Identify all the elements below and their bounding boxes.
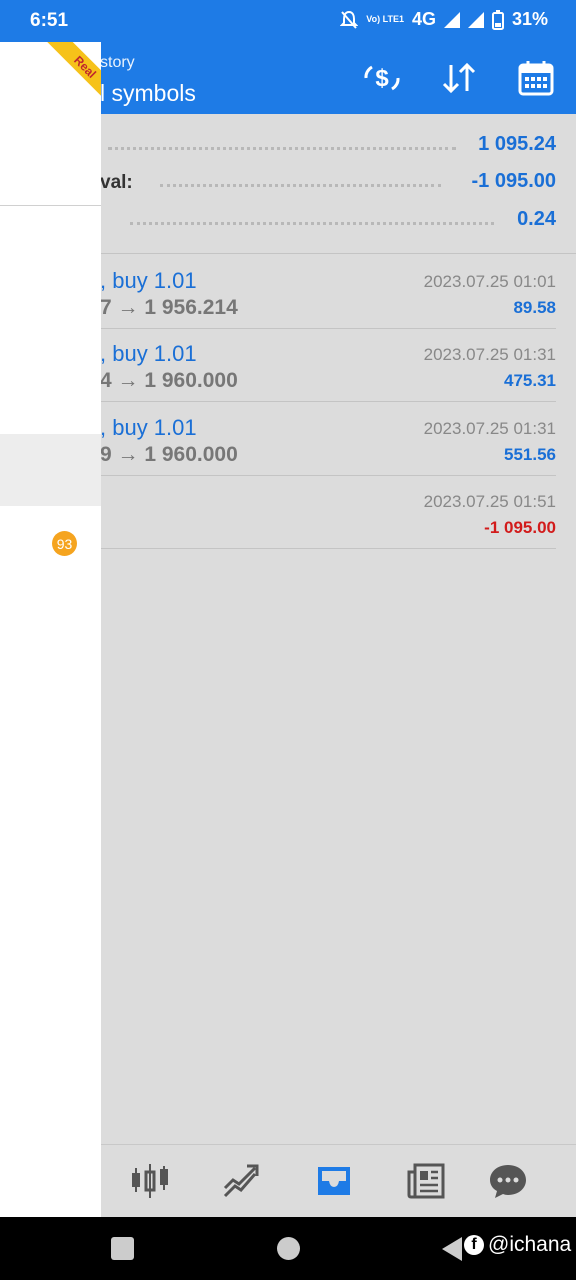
- deal-profit: 475.31: [504, 371, 556, 390]
- drawer-item-selected[interactable]: [0, 434, 101, 506]
- mute-notifications-icon: [340, 10, 359, 29]
- deal-date: 2023.07.25 01:51: [423, 492, 556, 511]
- deal-profit: 551.56: [504, 445, 556, 464]
- nav-chat[interactable]: [486, 1159, 530, 1203]
- news-icon: [407, 1163, 445, 1199]
- network-type: 4G: [411, 9, 436, 29]
- dotted-leader: [130, 222, 494, 225]
- deposit-withdrawal-button[interactable]: $: [360, 58, 404, 98]
- calendar-button[interactable]: [514, 58, 558, 98]
- summary-value: 0.24: [517, 208, 556, 230]
- recent-apps-button[interactable]: [111, 1237, 134, 1260]
- deal-prices: 9 → 1 960.000: [100, 443, 238, 466]
- summary-row-profit: 1 095.24: [100, 131, 556, 163]
- notification-badge: 93: [52, 531, 77, 556]
- deal-date: 2023.07.25 01:31: [423, 345, 556, 364]
- summary-value: -1 095.00: [471, 170, 556, 192]
- system-navigation: f @ichana: [0, 1217, 576, 1280]
- status-time: 6:51: [30, 10, 69, 31]
- deal-description: , buy 1.01: [100, 341, 197, 366]
- trade-icon: [223, 1164, 259, 1198]
- deal-profit: -1 095.00: [484, 518, 556, 537]
- nav-trade[interactable]: [219, 1159, 263, 1203]
- dotted-leader: [160, 184, 441, 187]
- account-type-ribbon: Real: [46, 42, 101, 106]
- battery-icon: [491, 9, 504, 30]
- summary-value: 1 095.24: [478, 133, 556, 155]
- status-bar: 6:51 Vo) LTE1 4G 31%: [0, 0, 576, 42]
- deal-date: 2023.07.25 01:31: [423, 419, 556, 438]
- facebook-icon: f: [464, 1235, 484, 1255]
- quotes-icon: [132, 1164, 168, 1198]
- summary-divider: [100, 253, 576, 254]
- deal-date: 2023.07.25 01:01: [423, 272, 556, 291]
- back-button[interactable]: [442, 1237, 462, 1261]
- dotted-leader: [108, 147, 456, 150]
- sort-button[interactable]: [437, 58, 481, 98]
- chat-icon: [490, 1165, 526, 1198]
- deal-profit: 89.58: [513, 298, 556, 317]
- drawer-divider: [0, 205, 101, 206]
- battery-level: 31%: [511, 9, 548, 29]
- sort-icon: [442, 62, 476, 94]
- app-bar-title[interactable]: l symbols: [100, 80, 196, 107]
- currency-exchange-icon: $: [364, 65, 400, 92]
- deal-description: , buy 1.01: [100, 415, 197, 440]
- home-button[interactable]: [277, 1237, 300, 1260]
- summary-label: val:: [100, 172, 133, 193]
- watermark-text: @ichana: [488, 1233, 572, 1256]
- deal-prices: 7 → 1 956.214: [100, 296, 238, 319]
- nav-quotes[interactable]: [128, 1159, 172, 1203]
- nav-history[interactable]: [312, 1159, 356, 1203]
- deal-row-balance[interactable]: 2023.07.25 01:51 -1 095.00: [100, 476, 556, 549]
- volte-icon: Vo) LTE1: [366, 14, 404, 24]
- deal-row[interactable]: , buy 1.01 7 → 1 956.214 2023.07.25 01:0…: [100, 256, 556, 329]
- deal-description: , buy 1.01: [100, 268, 197, 293]
- summary-row-balance: 0.24: [100, 206, 556, 238]
- history-icon: [318, 1167, 350, 1195]
- calendar-icon: [518, 61, 554, 96]
- status-icons: Vo) LTE1 4G 31%: [340, 9, 548, 30]
- nav-news[interactable]: [404, 1159, 448, 1203]
- signal-icon: [443, 11, 460, 28]
- deal-row[interactable]: , buy 1.01 9 → 1 960.000 2023.07.25 01:3…: [100, 403, 556, 476]
- app-bar-subtitle: story: [100, 54, 135, 71]
- navigation-drawer: Real 93: [0, 42, 101, 1217]
- deal-row[interactable]: , buy 1.01 4 → 1 960.000 2023.07.25 01:3…: [100, 329, 556, 402]
- deal-prices: 4 → 1 960.000: [100, 369, 238, 392]
- summary-row-withdrawal: val: -1 095.00: [100, 168, 556, 200]
- svg-text:$: $: [375, 65, 389, 92]
- signal-icon-2: [467, 11, 484, 28]
- watermark: f @ichana: [464, 1233, 571, 1257]
